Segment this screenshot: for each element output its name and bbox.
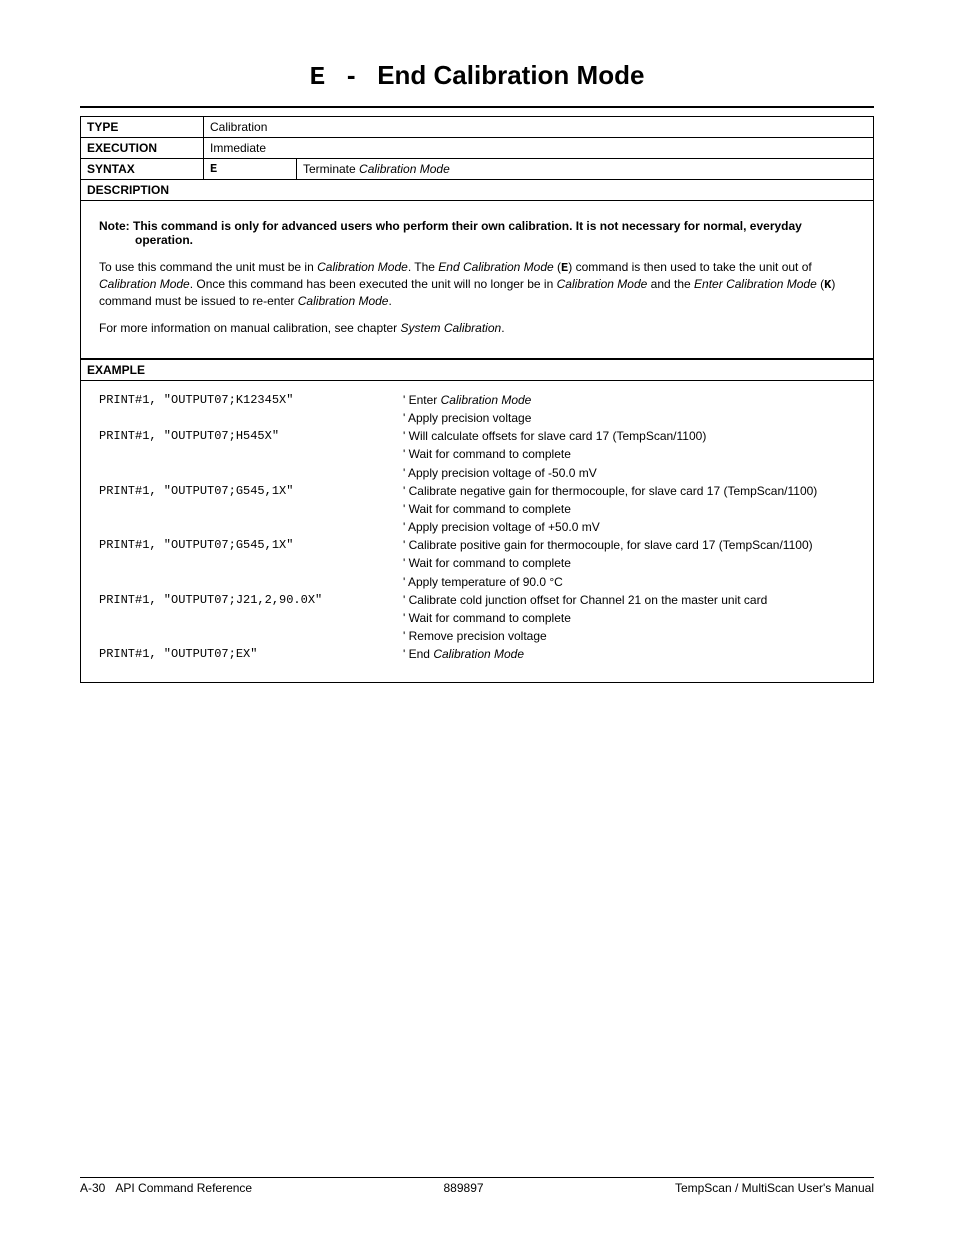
syntax-desc: Terminate Calibration Mode: [297, 159, 874, 180]
example-label: EXAMPLE: [80, 359, 874, 381]
description-note: Note: This command is only for advanced …: [99, 219, 855, 247]
example-comment: ' Apply precision voltage of -50.0 mV: [403, 464, 855, 482]
example-comment: ' Wait for command to complete: [403, 609, 855, 627]
example-row: ' Apply precision voltage of +50.0 mV: [99, 518, 855, 536]
example-body: PRINT#1, "OUTPUT07;K12345X"' Enter Calib…: [80, 381, 874, 683]
title-underline: [80, 106, 874, 108]
footer-left: A-30 API Command Reference: [80, 1181, 252, 1195]
execution-label: EXECUTION: [81, 138, 204, 159]
example-comment: ' Calibrate positive gain for thermocoup…: [403, 536, 855, 554]
syntax-desc-pre: Terminate: [303, 162, 359, 176]
syntax-code: E: [204, 159, 297, 180]
example-comment: ' Calibrate negative gain for thermocoup…: [403, 482, 855, 500]
example-code: [99, 627, 403, 645]
example-row: PRINT#1, "OUTPUT07;G545,1X"' Calibrate n…: [99, 482, 855, 500]
example-code: PRINT#1, "OUTPUT07;J21,2,90.0X": [99, 591, 403, 609]
title-text: End Calibration Mode: [377, 60, 644, 90]
example-code: PRINT#1, "OUTPUT07;H545X": [99, 427, 403, 445]
example-code: [99, 445, 403, 463]
example-row: ' Apply temperature of 90.0 °C: [99, 573, 855, 591]
example-row: PRINT#1, "OUTPUT07;K12345X"' Enter Calib…: [99, 391, 855, 409]
page-title: E - End Calibration Mode: [80, 60, 874, 92]
example-row: PRINT#1, "OUTPUT07;J21,2,90.0X"' Calibra…: [99, 591, 855, 609]
example-code: [99, 464, 403, 482]
example-comment: ' Apply temperature of 90.0 °C: [403, 573, 855, 591]
execution-value: Immediate: [204, 138, 874, 159]
example-code: PRINT#1, "OUTPUT07;K12345X": [99, 391, 403, 409]
description-para1: To use this command the unit must be in …: [99, 259, 855, 310]
example-table: PRINT#1, "OUTPUT07;K12345X"' Enter Calib…: [99, 391, 855, 664]
example-row: ' Wait for command to complete: [99, 554, 855, 572]
example-row: ' Remove precision voltage: [99, 627, 855, 645]
example-code: PRINT#1, "OUTPUT07;G545,1X": [99, 482, 403, 500]
spec-table: TYPE Calibration EXECUTION Immediate SYN…: [80, 116, 874, 359]
example-row: ' Wait for command to complete: [99, 500, 855, 518]
description-para2: For more information on manual calibrati…: [99, 320, 855, 336]
example-comment: ' Remove precision voltage: [403, 627, 855, 645]
example-row: ' Apply precision voltage: [99, 409, 855, 427]
example-code: PRINT#1, "OUTPUT07;G545,1X": [99, 536, 403, 554]
example-row: ' Wait for command to complete: [99, 445, 855, 463]
syntax-label: SYNTAX: [81, 159, 204, 180]
footer-center: 889897: [444, 1181, 484, 1195]
example-code: [99, 554, 403, 572]
example-row: PRINT#1, "OUTPUT07;H545X"' Will calculat…: [99, 427, 855, 445]
example-comment: ' Apply precision voltage of +50.0 mV: [403, 518, 855, 536]
example-code: PRINT#1, "OUTPUT07;EX": [99, 645, 403, 663]
description-label: DESCRIPTION: [81, 180, 874, 201]
example-comment: ' Calibrate cold junction offset for Cha…: [403, 591, 855, 609]
example-comment: ' Enter Calibration Mode: [403, 391, 855, 409]
example-comment: ' End Calibration Mode: [403, 645, 855, 663]
example-comment: ' Wait for command to complete: [403, 554, 855, 572]
example-code: [99, 573, 403, 591]
description-body: Note: This command is only for advanced …: [81, 201, 873, 358]
type-value: Calibration: [204, 117, 874, 138]
example-row: PRINT#1, "OUTPUT07;EX"' End Calibration …: [99, 645, 855, 663]
title-command-letter: E: [310, 62, 326, 92]
syntax-desc-ital: Calibration Mode: [359, 162, 450, 176]
footer-right: TempScan / MultiScan User's Manual: [675, 1181, 874, 1195]
example-row: PRINT#1, "OUTPUT07;G545,1X"' Calibrate p…: [99, 536, 855, 554]
title-sep: -: [347, 60, 356, 90]
example-comment: ' Will calculate offsets for slave card …: [403, 427, 855, 445]
example-code: [99, 500, 403, 518]
example-row: ' Apply precision voltage of -50.0 mV: [99, 464, 855, 482]
example-code: [99, 409, 403, 427]
page-footer: A-30 API Command Reference 889897 TempSc…: [80, 1177, 874, 1195]
example-comment: ' Apply precision voltage: [403, 409, 855, 427]
type-label: TYPE: [81, 117, 204, 138]
example-row: ' Wait for command to complete: [99, 609, 855, 627]
example-comment: ' Wait for command to complete: [403, 445, 855, 463]
example-code: [99, 609, 403, 627]
example-comment: ' Wait for command to complete: [403, 500, 855, 518]
example-code: [99, 518, 403, 536]
